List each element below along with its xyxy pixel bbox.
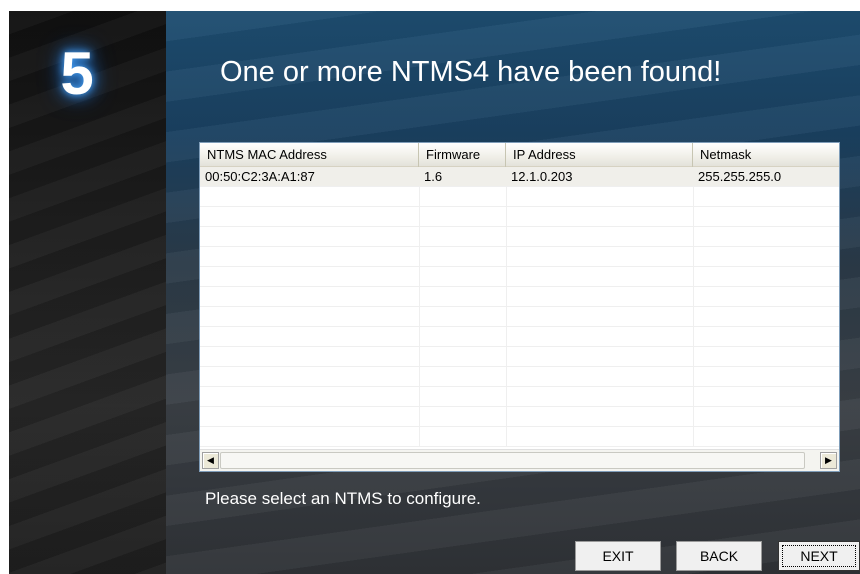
device-list[interactable]: NTMS MAC Address Firmware IP Address Net…	[199, 142, 840, 472]
table-row	[200, 267, 839, 287]
exit-button[interactable]: EXIT	[575, 541, 661, 571]
table-row	[200, 207, 839, 227]
instruction-text: Please select an NTMS to configure.	[205, 489, 481, 508]
table-row	[200, 307, 839, 327]
table-row	[200, 407, 839, 427]
cell-firmware: 1.6	[424, 169, 443, 184]
table-row	[200, 247, 839, 267]
table-row	[200, 287, 839, 307]
next-button[interactable]: NEXT	[778, 541, 860, 571]
scroll-left-icon[interactable]: ◀	[202, 452, 219, 469]
table-row	[200, 427, 839, 447]
cell-netmask: 255.255.255.0	[698, 169, 782, 184]
scroll-right-icon[interactable]: ▶	[820, 452, 837, 469]
focus-outline	[782, 545, 856, 567]
table-row	[200, 367, 839, 387]
column-header-firmware[interactable]: Firmware	[419, 143, 506, 167]
cell-mac: 00:50:C2:3A:A1:87	[205, 169, 315, 184]
table-row	[200, 347, 839, 367]
table-row[interactable]: 00:50:C2:3A:A1:87 1.6 12.1.0.203 255.255…	[200, 167, 839, 187]
step-number: 5	[60, 40, 94, 107]
column-header-ip[interactable]: IP Address	[506, 143, 693, 167]
scroll-thumb[interactable]	[220, 452, 805, 469]
cell-ip: 12.1.0.203	[511, 169, 573, 184]
column-header-netmask[interactable]: Netmask	[693, 143, 839, 167]
back-button[interactable]: BACK	[676, 541, 762, 571]
table-row	[200, 227, 839, 247]
table-row	[200, 187, 839, 207]
page-title: One or more NTMS4 have been found!	[220, 56, 722, 88]
table-row	[200, 327, 839, 347]
list-header: NTMS MAC Address Firmware IP Address Net…	[200, 143, 839, 167]
table-row	[200, 387, 839, 407]
horizontal-scrollbar[interactable]: ◀ ▶	[200, 449, 839, 471]
list-body: 00:50:C2:3A:A1:87 1.6 12.1.0.203 255.255…	[200, 167, 839, 447]
column-header-mac[interactable]: NTMS MAC Address	[200, 143, 419, 167]
